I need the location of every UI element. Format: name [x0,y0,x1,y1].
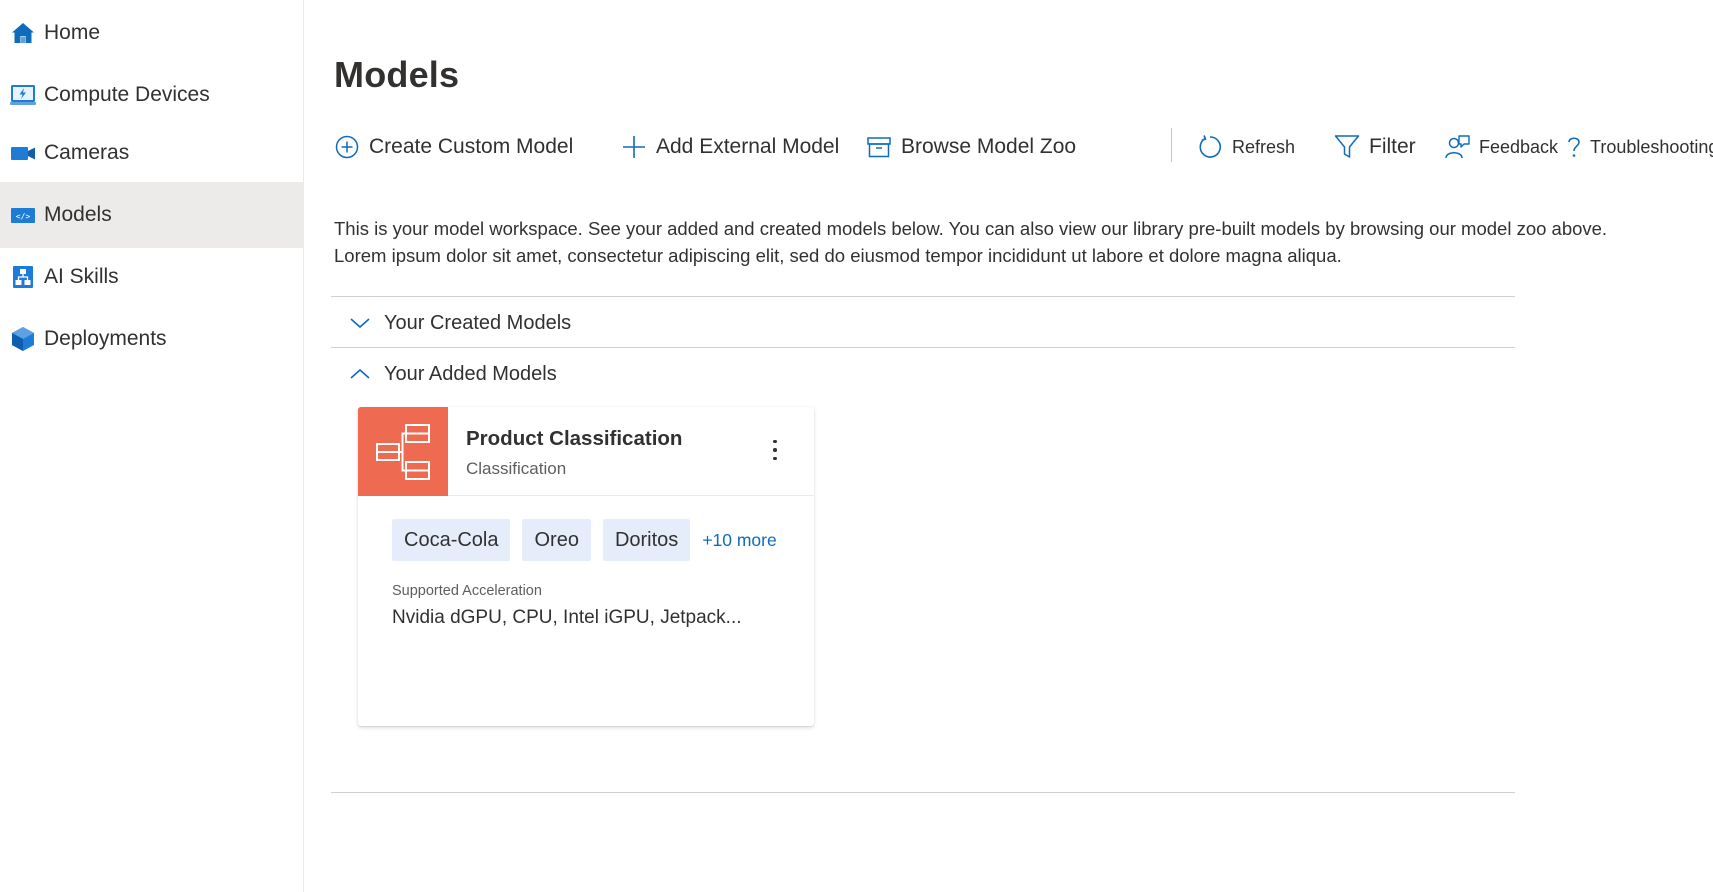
sidebar-item-cameras[interactable]: Cameras [0,120,304,186]
sidebar-item-label: Models [44,203,112,226]
section-divider [331,296,1515,297]
more-options-icon[interactable] [764,433,786,467]
home-icon [10,20,36,46]
model-tag: Doritos [602,519,691,561]
ai-skills-icon [10,264,36,290]
sidebar: Home Compute Devices Cameras </> Models … [0,0,304,892]
archive-icon [866,134,892,160]
acceleration-label: Supported Acceleration [392,583,542,599]
feedback-label: Feedback [1479,136,1559,157]
chevron-up-icon [348,362,372,386]
section-added-models-label: Your Added Models [384,362,557,385]
page-description: This is your model workspace. See your a… [334,215,1704,269]
model-tag: Oreo [522,519,591,561]
svg-text:</>: </> [16,212,31,221]
refresh-button[interactable]: Refresh [1197,126,1295,168]
filter-label: Filter [1369,135,1416,158]
troubleshooting-label: Troubleshooting [1590,136,1713,157]
model-architecture-icon [376,423,430,480]
browse-model-zoo-label: Browse Model Zoo [901,135,1077,158]
refresh-icon [1197,134,1223,160]
model-thumbnail [358,407,448,496]
camera-icon [10,140,36,166]
filter-button[interactable]: Filter [1334,126,1416,168]
section-created-models-label: Your Created Models [384,311,572,334]
model-card-header: Product Classification Classification [358,407,814,496]
section-added-models-header[interactable]: Your Added Models [348,359,557,389]
section-created-models-header[interactable]: Your Created Models [348,308,571,338]
sidebar-item-label: Cameras [44,141,130,164]
add-icon [621,134,647,160]
deployment-icon [10,326,36,352]
section-divider [331,347,1515,348]
add-external-model-label: Add External Model [656,135,840,158]
acceleration-value: Nvidia dGPU, CPU, Intel iGPU, Jetpack... [392,607,742,628]
chevron-down-icon [348,311,372,335]
sidebar-item-home[interactable]: Home [0,0,304,66]
model-tags: Coca-Cola Oreo Doritos +10 more [392,519,777,561]
sidebar-item-compute-devices[interactable]: Compute Devices [0,62,304,128]
sidebar-item-label: Compute Devices [44,83,210,106]
browse-model-zoo-button[interactable]: Browse Model Zoo [866,126,1076,168]
model-icon: </> [10,202,36,228]
question-icon [1566,134,1582,160]
command-bar: Create Custom Model Add External Model B… [334,126,1713,168]
feedback-button[interactable]: Feedback [1444,126,1558,168]
section-divider [331,792,1515,793]
refresh-label: Refresh [1232,136,1296,157]
toolbar-divider [1171,128,1172,162]
model-title: Product Classification [466,427,683,450]
model-card[interactable]: Product Classification Classification Co… [358,407,814,726]
troubleshooting-button[interactable]: Troubleshooting [1566,126,1713,168]
model-type: Classification [466,459,567,478]
sidebar-item-ai-skills[interactable]: AI Skills [0,244,304,310]
sidebar-item-models[interactable]: </> Models [0,182,304,248]
feedback-icon [1444,134,1470,160]
page-title: Models [334,54,460,95]
create-custom-model-button[interactable]: Create Custom Model [334,126,573,168]
create-custom-model-label: Create Custom Model [369,135,574,158]
description-line-2: Lorem ipsum dolor sit amet, consectetur … [334,245,1342,266]
sidebar-item-label: Home [44,21,101,44]
model-tag: Coca-Cola [392,519,511,561]
compute-device-icon [10,82,36,108]
more-tags-link[interactable]: +10 more [702,530,776,551]
add-external-model-button[interactable]: Add External Model [621,126,839,168]
main-content: Models Create Custom Model Add External … [304,0,1713,892]
description-line-1: This is your model workspace. See your a… [334,218,1608,239]
filter-icon [1334,134,1360,160]
sidebar-item-deployments[interactable]: Deployments [0,306,304,372]
add-circle-icon [334,134,360,160]
sidebar-item-label: AI Skills [44,265,119,288]
sidebar-item-label: Deployments [44,327,167,350]
